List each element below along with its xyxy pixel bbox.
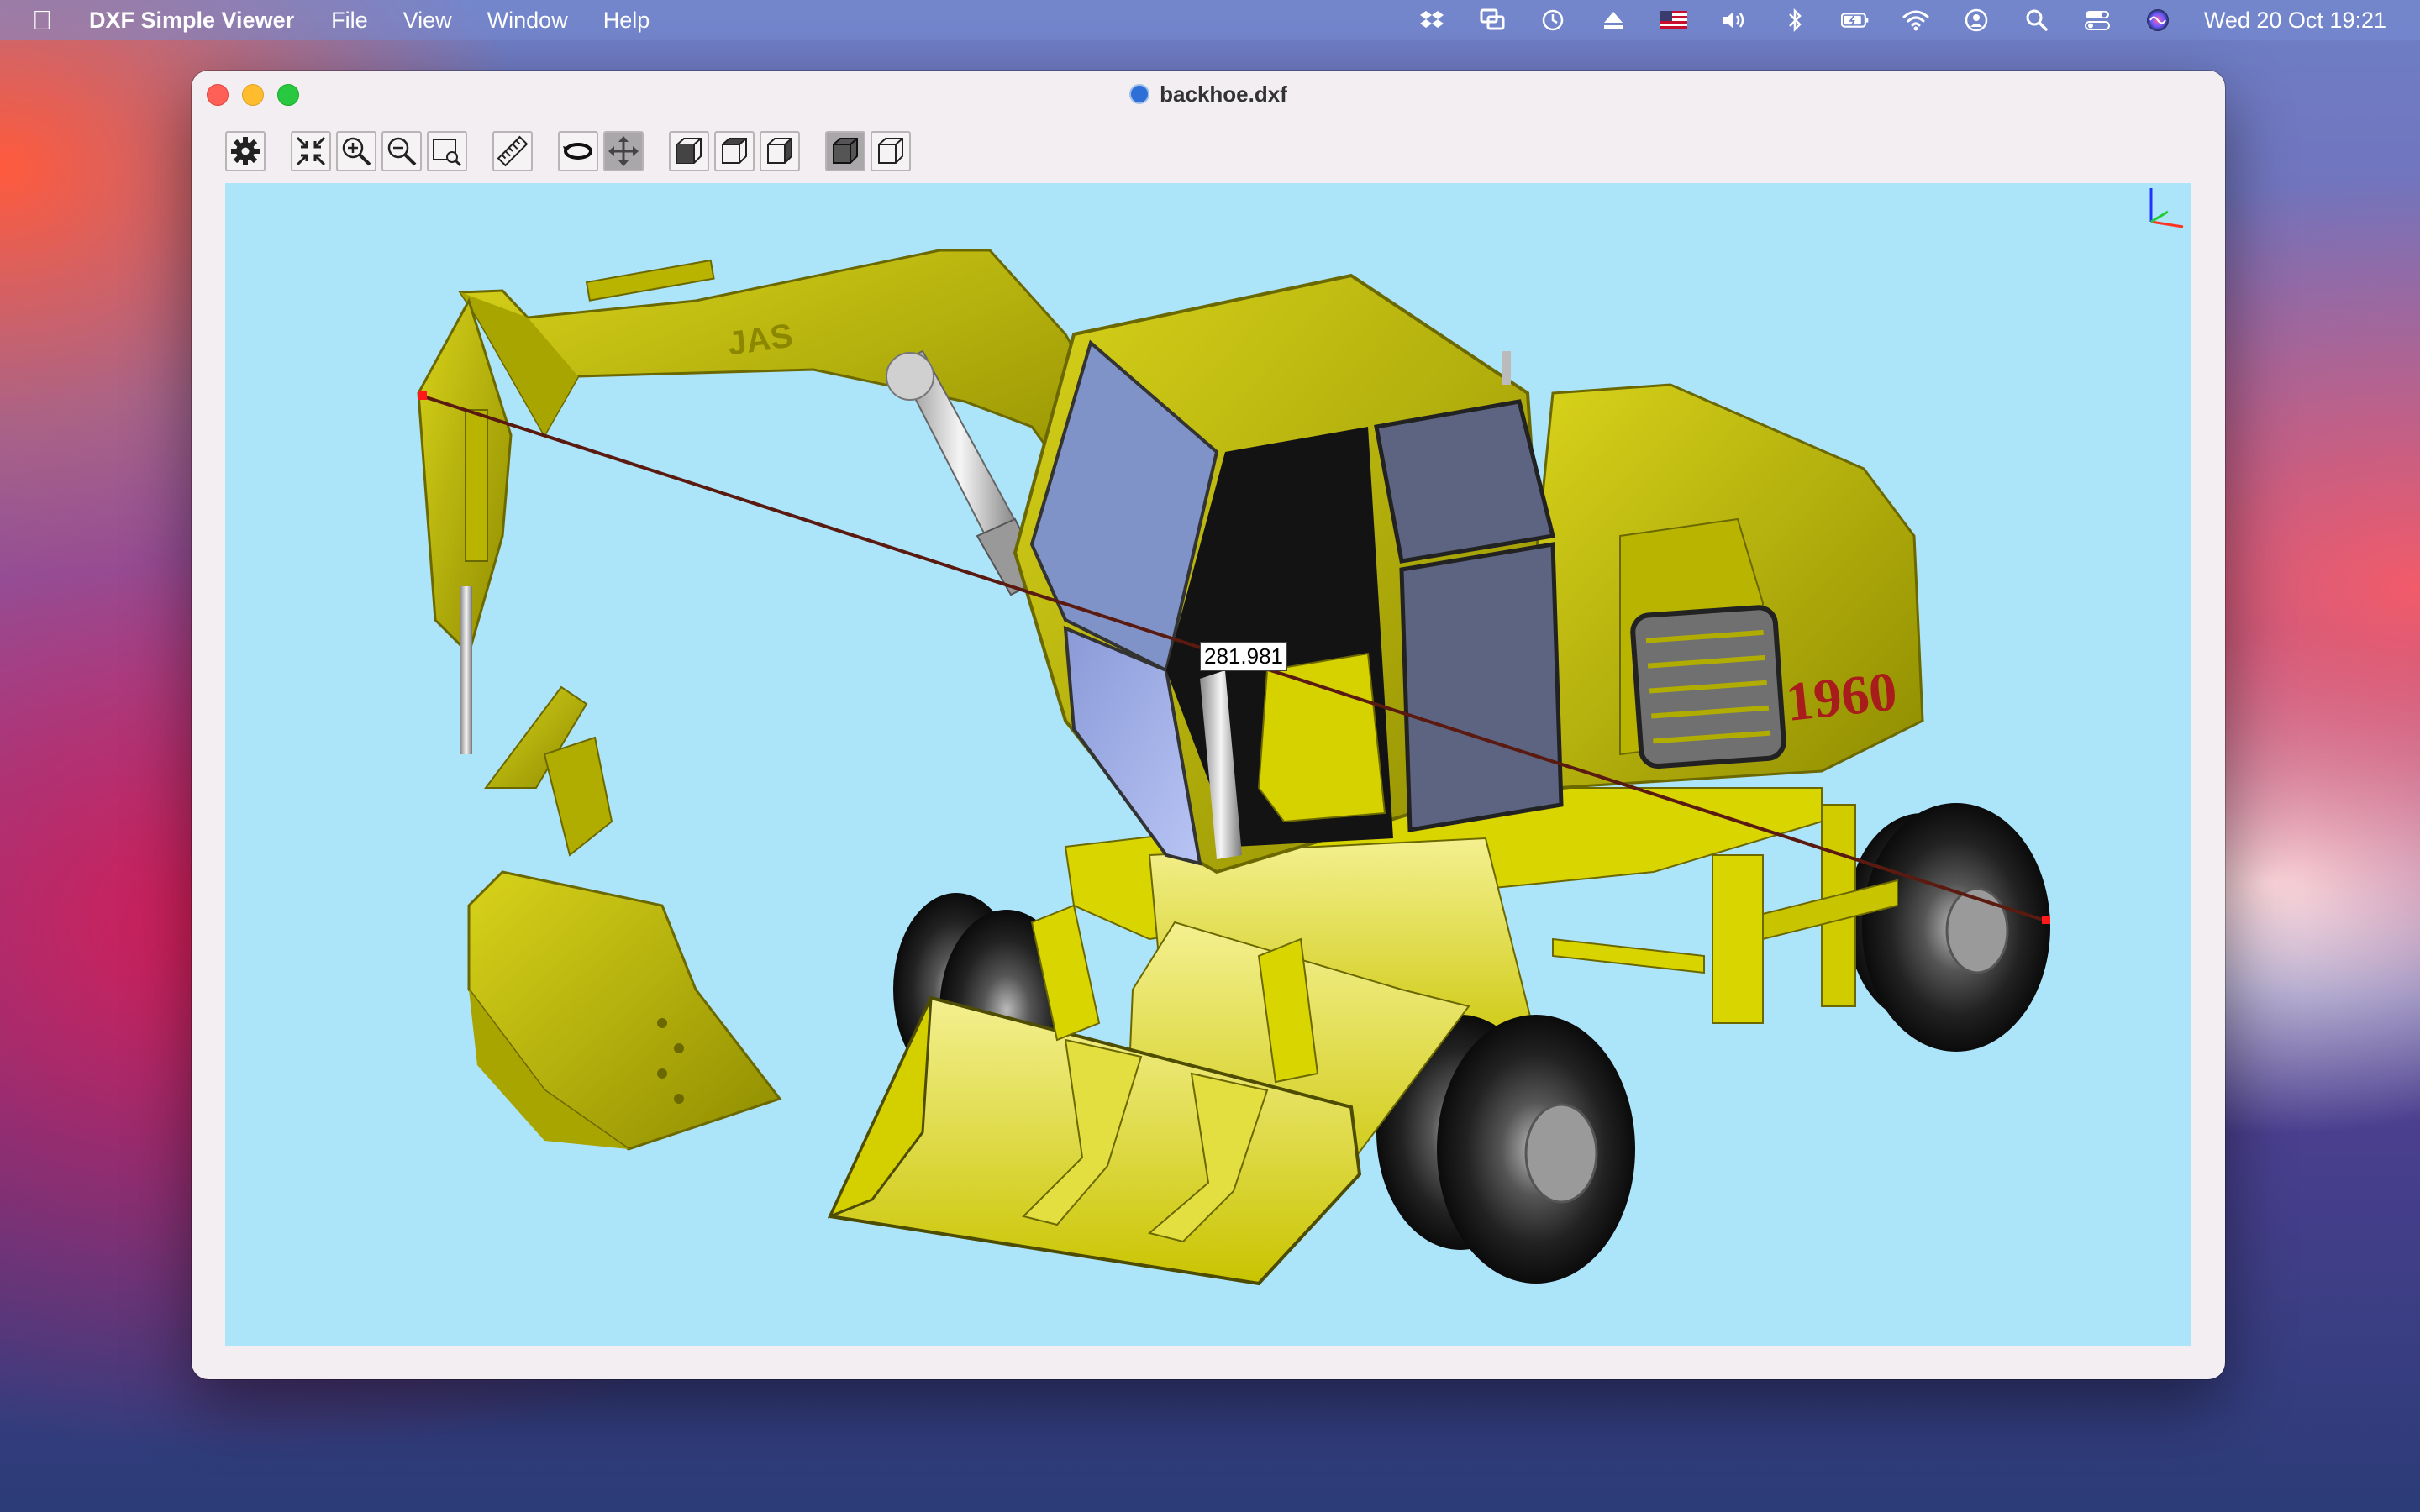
window-title-text: backhoe.dxf — [1160, 81, 1287, 107]
menu-window[interactable]: Window — [487, 8, 568, 34]
toolbar — [225, 128, 916, 175]
operator-cab — [1013, 273, 1564, 874]
body-decal-1960: 1960 — [1783, 661, 1900, 733]
user-icon[interactable] — [1962, 8, 1991, 33]
menu-file[interactable]: File — [331, 8, 368, 34]
app-name-menu[interactable]: DXF Simple Viewer — [89, 8, 294, 34]
zoom-out-icon — [387, 137, 417, 166]
zoom-in-button[interactable] — [336, 131, 376, 171]
spotlight-icon[interactable] — [2023, 8, 2051, 33]
close-button[interactable] — [207, 84, 229, 106]
volume-icon[interactable] — [1720, 8, 1749, 33]
minimize-button[interactable] — [242, 84, 264, 106]
dropbox-icon[interactable] — [1418, 8, 1446, 33]
measure-end-point[interactable] — [2042, 916, 2050, 924]
settings-icon — [231, 137, 260, 165]
measurement-value-label: 281.981 — [1200, 642, 1287, 671]
document-icon — [1129, 84, 1150, 104]
menu-bar:  DXF Simple Viewer File View Window Hel… — [0, 0, 2420, 40]
status-area: Wed 20 Oct 19:21 — [1418, 8, 2386, 34]
rotate-button[interactable] — [558, 131, 598, 171]
fit-all-icon — [296, 136, 326, 166]
title-bar[interactable]: backhoe.dxf — [192, 71, 2225, 118]
measure-ruler-icon — [497, 135, 529, 167]
us-flag-icon[interactable] — [1660, 8, 1688, 33]
zoom-window-icon — [433, 139, 462, 167]
axis-triad-icon — [2149, 188, 2184, 228]
zoom-window-button[interactable] — [427, 131, 467, 171]
time-machine-icon[interactable] — [1539, 8, 1567, 33]
shaded-mode-icon — [833, 138, 858, 164]
view-top-icon — [722, 138, 747, 164]
measure-button[interactable] — [492, 131, 533, 171]
shaded-mode-button[interactable] — [825, 131, 865, 171]
apple-menu-icon[interactable]:  — [32, 5, 81, 36]
battery-icon[interactable] — [1840, 8, 1870, 33]
measure-start-point[interactable] — [418, 391, 427, 400]
pan-icon — [608, 136, 639, 166]
window-title: backhoe.dxf — [1129, 81, 1287, 108]
control-center-icon[interactable] — [2083, 8, 2112, 33]
menu-help[interactable]: Help — [603, 8, 650, 34]
menu-clock[interactable]: Wed 20 Oct 19:21 — [2204, 8, 2386, 34]
view-front-button[interactable] — [669, 131, 709, 171]
model-viewport[interactable]: JAS 1960 281.981 — [225, 183, 2191, 1346]
zoom-in-icon — [342, 137, 371, 166]
screen-mirror-icon[interactable] — [1478, 8, 1507, 33]
view-side-button[interactable] — [760, 131, 800, 171]
window-controls — [207, 84, 299, 106]
rear-wheels — [1847, 803, 2050, 1052]
zoom-out-button[interactable] — [381, 131, 422, 171]
wireframe-mode-button[interactable] — [871, 131, 911, 171]
rotate-icon — [563, 143, 592, 160]
wifi-icon[interactable] — [1902, 8, 1930, 33]
siri-icon[interactable] — [2144, 8, 2172, 33]
view-front-icon — [676, 138, 702, 164]
menu-view[interactable]: View — [403, 8, 452, 34]
wireframe-mode-icon — [878, 138, 903, 164]
model-scene: JAS 1960 — [417, 188, 2184, 1286]
fit-all-button[interactable] — [291, 131, 331, 171]
view-top-button[interactable] — [714, 131, 755, 171]
pan-button[interactable] — [603, 131, 644, 171]
settings-button[interactable] — [225, 131, 266, 171]
viewer-window: backhoe.dxf JAS 1960 281.981 — [192, 71, 2225, 1379]
view-side-icon — [767, 138, 792, 164]
bluetooth-icon[interactable] — [1781, 8, 1809, 33]
eject-icon[interactable] — [1599, 8, 1628, 33]
zoom-button[interactable] — [277, 84, 299, 106]
